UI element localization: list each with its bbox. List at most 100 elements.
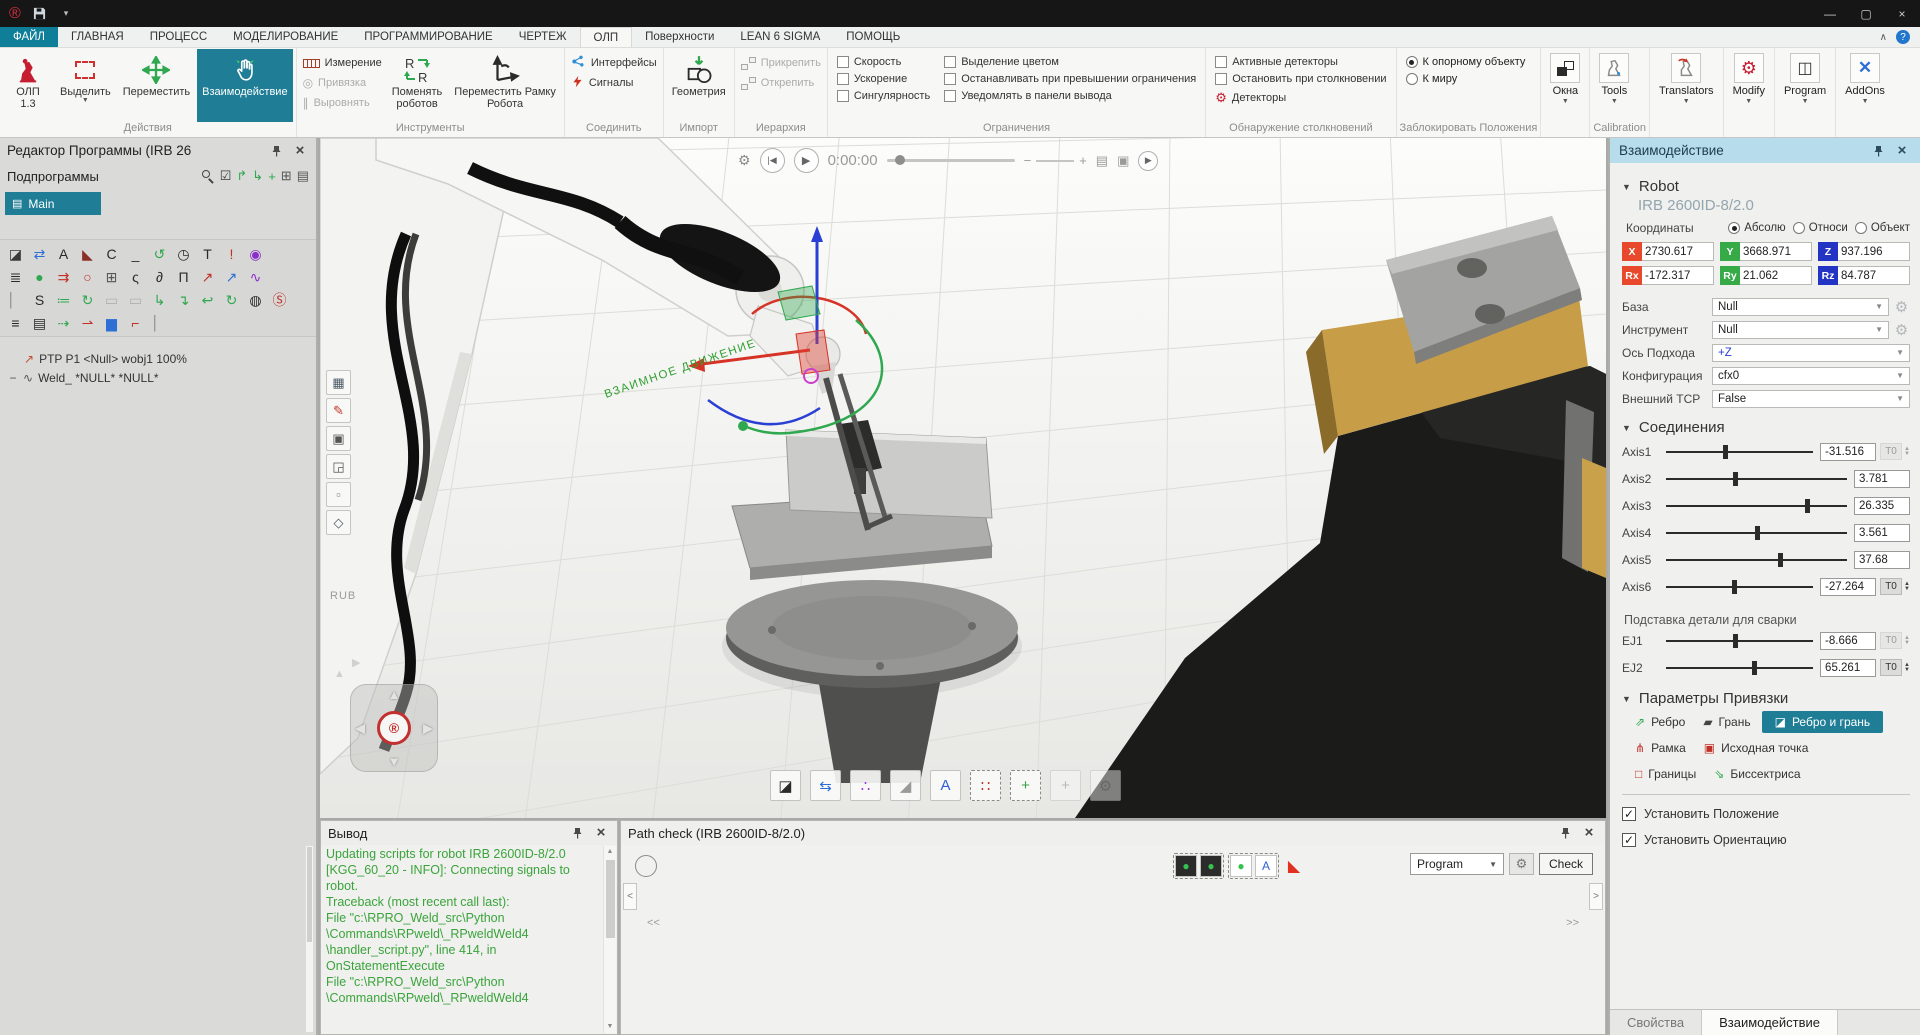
tab-ФАЙЛ[interactable]: ФАЙЛ bbox=[0, 27, 58, 47]
slider-thumb[interactable] bbox=[1778, 553, 1783, 567]
translators-button[interactable]: Translators ▼ bbox=[1653, 49, 1720, 122]
slider-thumb[interactable] bbox=[1805, 499, 1810, 513]
joint-slider[interactable] bbox=[1666, 478, 1847, 480]
add-subprogram-icon[interactable]: + bbox=[268, 169, 276, 184]
snap-face-button[interactable]: ▰Грань bbox=[1696, 711, 1757, 733]
tree-expander-icon[interactable]: − bbox=[8, 371, 18, 385]
pin-icon[interactable] bbox=[267, 142, 285, 160]
geometry-button[interactable]: Геометрия bbox=[667, 49, 731, 122]
editor-tool-icon[interactable]: ● bbox=[31, 269, 48, 285]
timeline-thumb[interactable] bbox=[895, 155, 905, 165]
coord-value-input[interactable]: 937.196 bbox=[1838, 242, 1910, 261]
joint-value-input[interactable]: 65.261 bbox=[1820, 659, 1876, 677]
editor-tool-icon[interactable]: ∿ bbox=[247, 269, 264, 285]
close-button[interactable]: × bbox=[1884, 0, 1920, 27]
prop-select[interactable]: False▼ bbox=[1712, 390, 1910, 408]
pin-icon[interactable] bbox=[1869, 142, 1887, 160]
editor-tool-icon[interactable]: ▭ bbox=[127, 292, 144, 308]
tab-LEAN 6 SIGMA[interactable]: LEAN 6 SIGMA bbox=[727, 27, 833, 47]
notify-output-checkbox[interactable]: Уведомлять в панели вывода bbox=[944, 90, 1196, 102]
align-button[interactable]: ∥Выровнять bbox=[303, 95, 382, 111]
editor-tool-icon[interactable]: ▤ bbox=[31, 315, 48, 331]
coord-value-input[interactable]: 3668.971 bbox=[1740, 242, 1812, 261]
robot-tool-icon[interactable]: ⚙ bbox=[1090, 770, 1121, 801]
spinner-arrows-icon[interactable]: ▲▼ bbox=[1904, 663, 1910, 673]
limit-acceleration-checkbox[interactable]: Ускорение bbox=[837, 73, 930, 85]
editor-tool-icon[interactable]: _ bbox=[127, 246, 144, 262]
gear-icon[interactable]: ⚙ bbox=[1893, 298, 1910, 316]
sim-collision-icon[interactable]: ● bbox=[1175, 855, 1197, 877]
select-plane-icon[interactable]: ◪ bbox=[770, 770, 801, 801]
editor-tool-icon[interactable]: ↗ bbox=[199, 269, 216, 285]
editor-tool-icon[interactable]: ◷ bbox=[175, 246, 192, 262]
interfaces-button[interactable]: Интерфейсы bbox=[571, 55, 657, 71]
program-button[interactable]: ◫ Program ▼ bbox=[1778, 49, 1832, 122]
corner-icon[interactable]: ◲ bbox=[326, 454, 351, 479]
ramp-icon[interactable]: ◢ bbox=[890, 770, 921, 801]
editor-tool-icon[interactable]: T bbox=[199, 246, 216, 262]
coord-mode-Абсолю[interactable]: Абсолю bbox=[1728, 222, 1786, 234]
option-Установить Положение[interactable]: ✓Установить Положение bbox=[1622, 801, 1910, 827]
skip-next-label[interactable]: >> bbox=[1566, 917, 1579, 929]
t0-button[interactable]: T0 bbox=[1880, 632, 1902, 649]
camera-icon[interactable]: ▣ bbox=[1117, 153, 1129, 169]
nav-extra-icon[interactable]: ▲ bbox=[334, 668, 345, 680]
export-subprogram-icon[interactable]: ↳ bbox=[252, 168, 263, 184]
gear-icon[interactable]: ⚙ bbox=[1893, 321, 1910, 339]
joint-value-input[interactable]: 37.68 bbox=[1854, 551, 1910, 569]
edit-icon[interactable]: ✎ bbox=[326, 398, 351, 423]
spinner-arrows-icon[interactable]: ▲▼ bbox=[1904, 447, 1910, 457]
scroll-down-icon[interactable]: ▼ bbox=[607, 1021, 614, 1033]
tab-ПРОЦЕСС[interactable]: ПРОЦЕСС bbox=[137, 27, 220, 47]
editor-tool-icon[interactable]: Ⓢ bbox=[271, 292, 288, 308]
limit-singularity-checkbox[interactable]: Сингулярность bbox=[837, 90, 930, 102]
editor-tool-icon[interactable]: ≣ bbox=[7, 269, 24, 285]
tab-МОДЕЛИРОВАНИЕ[interactable]: МОДЕЛИРОВАНИЕ bbox=[220, 27, 351, 47]
scrollbar-thumb[interactable] bbox=[307, 847, 312, 942]
close-icon[interactable]: × bbox=[592, 824, 610, 842]
coord-mode-Относи[interactable]: Относи bbox=[1793, 222, 1848, 234]
search-icon[interactable] bbox=[201, 169, 215, 183]
slider-thumb[interactable] bbox=[1755, 526, 1760, 540]
quickaccess-caret-icon[interactable]: ▾ bbox=[64, 8, 69, 19]
coord-mode-Объект[interactable]: Объект bbox=[1855, 222, 1910, 234]
editor-tool-icon[interactable]: ⇉ bbox=[55, 269, 72, 285]
pin-icon[interactable] bbox=[568, 824, 586, 842]
editor-tool-icon[interactable]: ⇢ bbox=[55, 315, 72, 331]
path-points-icon[interactable]: ∴ bbox=[850, 770, 881, 801]
subprogram-main-item[interactable]: ▤ Main bbox=[5, 192, 101, 215]
spinner-arrows-icon[interactable]: ▲▼ bbox=[1904, 636, 1910, 646]
panel-tab-Взаимодействие[interactable]: Взаимодействие bbox=[1702, 1010, 1838, 1035]
collapse-ribbon-icon[interactable]: ∧ bbox=[1880, 32, 1887, 43]
attach-button[interactable]: Прикрепить bbox=[741, 55, 821, 71]
sheet-icon[interactable]: ▤ bbox=[297, 168, 309, 184]
settings-gear-button[interactable]: ⚙ bbox=[1509, 853, 1534, 875]
snap-edge-face-button[interactable]: ◪Ребро и грань bbox=[1762, 711, 1884, 733]
scrollbar-thumb[interactable] bbox=[606, 860, 615, 938]
joint-slider[interactable] bbox=[1666, 667, 1813, 669]
sim-annotate-icon[interactable]: A bbox=[1255, 855, 1277, 877]
editor-tool-icon[interactable]: ▏ bbox=[151, 315, 168, 331]
zoom-slider[interactable]: −+ bbox=[1024, 153, 1087, 168]
sim-path-icon[interactable]: ● bbox=[1230, 855, 1252, 877]
editor-tool-icon[interactable]: ≔ bbox=[55, 292, 72, 308]
lock-to-reference-radio[interactable]: К опорному объекту bbox=[1406, 56, 1526, 68]
select-points-icon[interactable]: ∷ bbox=[970, 770, 1001, 801]
record-play-icon[interactable]: ▶ bbox=[1138, 151, 1158, 171]
save-icon[interactable] bbox=[33, 7, 46, 20]
joint-slider[interactable] bbox=[1666, 532, 1847, 534]
nav-left-icon[interactable]: ◀ bbox=[355, 722, 365, 735]
swap-robots-button[interactable]: RR Поменятьроботов bbox=[387, 49, 448, 122]
nav-up-icon[interactable]: ▲ bbox=[388, 688, 401, 701]
checklist-icon[interactable]: ☑ bbox=[220, 168, 232, 184]
t0-button[interactable]: T0 bbox=[1880, 443, 1902, 460]
move-robot-frame-button[interactable]: Переместить РамкуРобота bbox=[449, 49, 561, 122]
joint-value-input[interactable]: 3.561 bbox=[1854, 524, 1910, 542]
plus-icon[interactable]: + bbox=[1079, 153, 1087, 168]
tree-item-2[interactable]: −∿Weld_ *NULL* *NULL* bbox=[0, 368, 316, 387]
editor-tool-icon[interactable]: ⌐ bbox=[127, 315, 144, 331]
editor-tool-icon[interactable]: ↴ bbox=[175, 292, 192, 308]
prop-select[interactable]: Null▼ bbox=[1712, 321, 1889, 339]
move-button[interactable]: Переместить bbox=[118, 49, 195, 122]
editor-tool-icon[interactable]: ○ bbox=[79, 269, 96, 285]
